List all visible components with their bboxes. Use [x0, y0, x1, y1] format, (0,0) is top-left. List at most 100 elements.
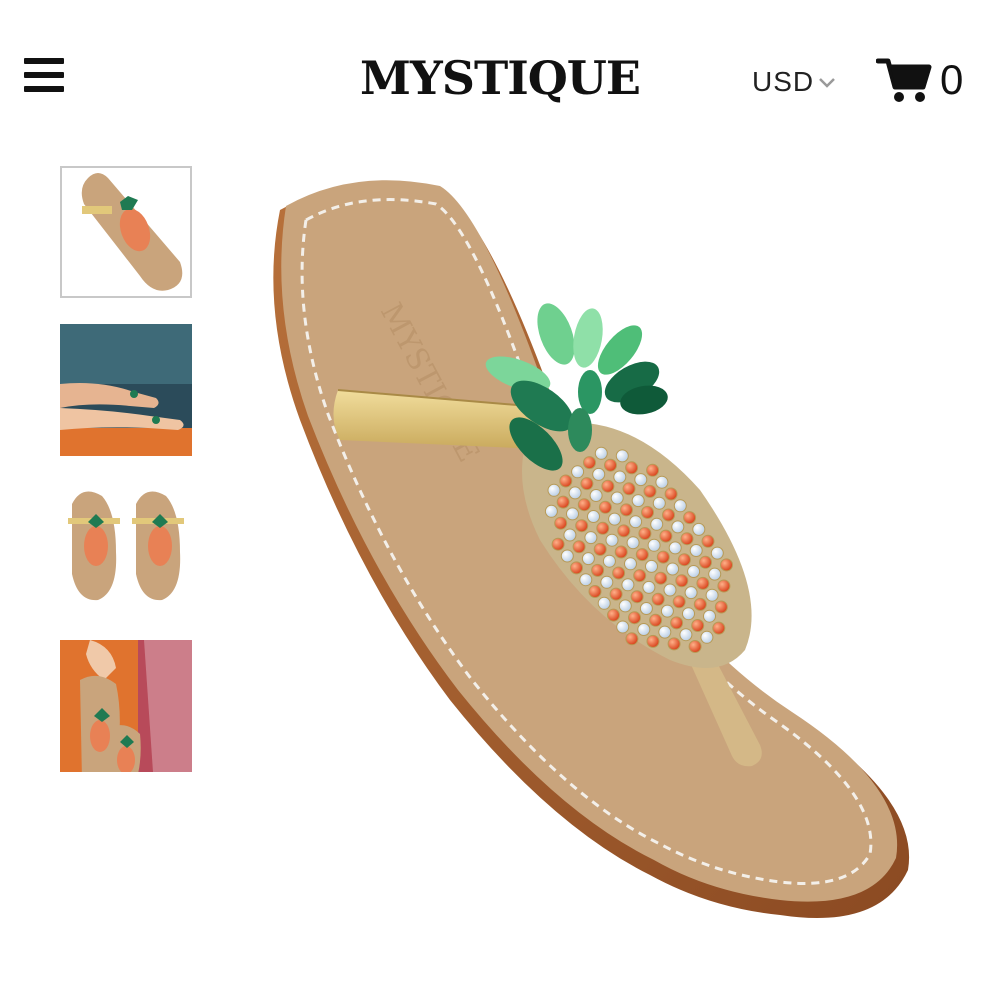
rhinestone-gem [604, 458, 617, 472]
cart-button[interactable]: 0 [876, 54, 963, 106]
rhinestone-gem [699, 555, 712, 569]
rhinestone-gem [712, 621, 726, 635]
rhinestone-gem [589, 489, 603, 502]
rhinestone-gem [684, 586, 698, 600]
thumbnail-image-sandals-on-feet [60, 324, 192, 456]
rhinestone-gem [600, 575, 614, 589]
rhinestone-gem [637, 623, 651, 636]
rhinestone-gem [554, 516, 568, 530]
thumbnail-3[interactable] [60, 482, 192, 614]
rhinestone-gem [633, 569, 647, 583]
rhinestone-gem [652, 496, 666, 510]
rhinestone-gem [613, 470, 627, 484]
rhinestone-gem [710, 546, 724, 560]
rhinestone-gem [587, 510, 600, 523]
rhinestone-gem [615, 449, 629, 463]
rhinestone-gem [601, 479, 615, 493]
thumbnail-image-hand-holding-sandals [60, 640, 192, 772]
rhinestone-gem [616, 620, 630, 634]
rhinestone-gem [683, 511, 697, 525]
rhinestone-gem [691, 619, 705, 632]
rhinestone-gem [700, 630, 714, 644]
rhinestone-gem [682, 607, 695, 621]
rhinestone-gem [572, 540, 586, 554]
rhinestone-gem [641, 505, 654, 519]
rhinestone-gem [666, 562, 680, 576]
rhinestone-gem [638, 527, 652, 540]
rhinestone-gem [607, 608, 620, 622]
rhinestone-gem [624, 557, 637, 571]
rhinestone-gem [614, 545, 628, 559]
rhinestone-gem [673, 499, 687, 513]
rhinestone-gem [577, 498, 591, 512]
currency-selector[interactable]: USD [752, 64, 836, 100]
rhinestone-gem [608, 512, 622, 526]
thumbnail-4[interactable] [60, 640, 192, 772]
rhinestone-gem [667, 637, 681, 651]
rhinestone-gem [617, 524, 631, 538]
rhinestone-gem [568, 486, 582, 500]
main-product-image[interactable]: MYSTIQUE [240, 160, 940, 920]
rhinestone-gem [612, 566, 626, 580]
site-logo[interactable]: MYSTIQUE [350, 48, 650, 108]
thumbnail-2[interactable] [60, 324, 192, 456]
rhinestone-gem [621, 578, 635, 592]
chevron-down-icon [819, 78, 836, 88]
rhinestone-gem [651, 592, 665, 606]
rhinestone-gem [658, 625, 672, 639]
rhinestone-gem [663, 583, 677, 597]
rhinestone-gem [602, 554, 616, 568]
rhinestone-gem [655, 475, 669, 489]
rhinestone-gem [594, 446, 608, 460]
rhinestone-gem [619, 503, 633, 517]
rhinestone-gem [635, 548, 649, 562]
rhinestone-gem [551, 537, 565, 551]
rhinestone-gem [544, 504, 558, 518]
rhinestone-gem [579, 573, 593, 587]
rhinestone-gem [584, 531, 598, 545]
rhinestone-gem [693, 597, 707, 611]
cart-count: 0 [940, 56, 964, 103]
rhinestone-gem [575, 519, 589, 533]
thumbnail-image-pair-of-sandals [60, 482, 192, 614]
rhinestone-gem [703, 609, 716, 623]
rhinestone-gem [647, 538, 661, 552]
rhinestone-gem [625, 461, 639, 475]
rhinestone-gem [598, 500, 612, 514]
rhinestone-gem [660, 604, 674, 618]
rhinestone-gem [560, 549, 574, 563]
rhinestone-gem [646, 463, 660, 477]
rhinestone-gem [688, 640, 702, 653]
rhinestone-gem [581, 552, 595, 566]
rhinestone-gem [664, 487, 678, 501]
rhinestone-gem [701, 534, 715, 548]
rhinestone-gem [689, 544, 703, 557]
rhinestone-gem [680, 532, 694, 546]
rhinestone-gem [708, 567, 722, 581]
rhinestone-gem [662, 508, 675, 522]
rhinestone-gem [626, 536, 640, 550]
thumbnail-1[interactable] [60, 166, 192, 298]
rhinestone-gem [597, 596, 611, 610]
rhinestone-gem [656, 550, 670, 564]
site-header: MYSTIQUE USD 0 [0, 0, 1000, 150]
rhinestone-gem [634, 473, 648, 487]
rhinestone-gem [630, 590, 644, 604]
rhinestone-gem [610, 491, 624, 505]
rhinestone-gem [622, 482, 636, 496]
rhinestone-gem [559, 474, 573, 488]
rhinestone-gem [631, 494, 645, 508]
currency-label: USD [752, 66, 815, 97]
rhinestone-gem [654, 571, 668, 585]
rhinestone-gem [675, 574, 689, 588]
rhinestone-gem [696, 576, 710, 590]
rhinestone-gem [583, 456, 596, 470]
rhinestone-gem [646, 634, 660, 648]
hamburger-menu-icon[interactable] [24, 58, 66, 92]
rhinestone-gem [687, 565, 701, 578]
rhinestone-gem [714, 600, 728, 614]
rhinestone-gem [592, 467, 606, 481]
rhinestone-gem [547, 483, 561, 497]
rhinestone-gem [566, 507, 579, 521]
rhinestone-gem [717, 579, 731, 593]
